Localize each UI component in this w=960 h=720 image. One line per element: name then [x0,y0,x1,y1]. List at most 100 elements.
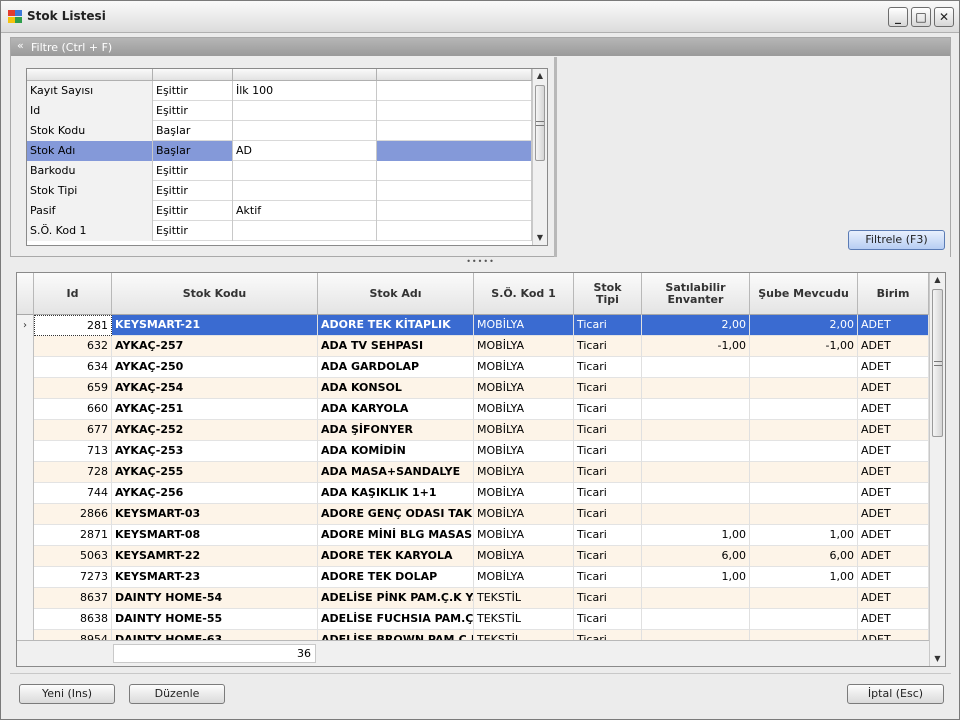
cell-inventory[interactable] [642,588,750,609]
cell-id[interactable]: 2871 [34,525,112,546]
cell-id[interactable]: 677 [34,420,112,441]
scroll-thumb[interactable] [535,85,545,161]
cell-stock-code[interactable]: AYKAÇ-252 [112,420,318,441]
cell-branch-stock[interactable] [750,609,858,630]
grid-scroll-down-arrow-icon[interactable]: ▼ [930,652,945,666]
edit-button[interactable]: Düzenle [129,684,225,704]
filter-row[interactable]: Pasif Eşittir Aktif [27,201,532,221]
cell-stock-name[interactable]: ADA ŞİFONYER [318,420,474,441]
maximize-button[interactable]: □ [911,7,931,27]
table-row[interactable]: 634 AYKAÇ-250 ADA GARDOLAP MOBİLYA Ticari ADE… [17,357,929,378]
cell-so1[interactable]: MOBİLYA [474,399,574,420]
row-indicator[interactable] [17,483,34,504]
cell-so1[interactable]: MOBİLYA [474,525,574,546]
cell-id[interactable]: 8637 [34,588,112,609]
cell-stock-code[interactable]: KEYSMART-21 [112,315,318,336]
filter-row[interactable]: Id Eşittir [27,101,532,121]
cell-stock-name[interactable]: ADELİSE FUCHSIA PAM.Ç.... [318,609,474,630]
cell-stock-code[interactable]: KEYSMART-23 [112,567,318,588]
filter-row[interactable]: Barkodu Eşittir [27,161,532,181]
cell-so1[interactable]: TEKSTİL [474,609,574,630]
table-row[interactable]: 7273 KEYSMART-23 ADORE TEK DOLAP MOBİLYA Tic… [17,567,929,588]
filter-extra-cell[interactable] [377,121,532,141]
filter-operator-cell[interactable]: Başlar [153,121,233,141]
table-row[interactable]: 8954DAINTY HOME-63ADELİSE BROWN PAM.Ç.K.… [17,630,929,640]
filter-row[interactable]: S.Ö. Kod 1 Eşittir [27,221,532,241]
filter-operator-cell[interactable]: Başlar [153,141,233,161]
filter-apply-button[interactable]: Filtrele (F3) [848,230,945,250]
col-header-code[interactable]: Stok Kodu [112,273,318,315]
cell-branch-stock[interactable]: 2,00 [750,315,858,336]
cell-type[interactable]: Ticari [574,567,642,588]
cell-stock-name[interactable]: ADA TV SEHPASI [318,336,474,357]
cell-type[interactable]: Ticari [574,483,642,504]
cell-unit[interactable]: ADET [858,462,929,483]
cell-id[interactable]: 660 [34,399,112,420]
cell-type[interactable]: Ticari [574,588,642,609]
table-row[interactable]: 5063 KEYSAMRT-22 ADORE TEK KARYOLA MOBİLYA T… [17,546,929,567]
row-indicator[interactable] [17,567,34,588]
col-header-unit[interactable]: Birim [858,273,929,315]
cell-type[interactable]: Ticari [574,525,642,546]
table-row[interactable]: 8637 DAINTY HOME-54 ADELİSE PİNK PAM.Ç.K Y… [17,588,929,609]
cell-type[interactable]: Ticari [574,336,642,357]
cell-id[interactable]: 632 [34,336,112,357]
cell-id[interactable]: 8638 [34,609,112,630]
cell-unit[interactable]: ADET [858,546,929,567]
cell-inventory[interactable]: 1,00 [642,525,750,546]
cell-stock-code[interactable]: KEYSMART-03 [112,504,318,525]
cell-so1[interactable]: MOBİLYA [474,420,574,441]
filter-row[interactable]: Kayıt Sayısı Eşittir İlk 100 [27,81,532,101]
filter-operator-cell[interactable]: Eşittir [153,221,233,241]
cell-stock-name[interactable]: ADORE TEK DOLAP [318,567,474,588]
cell-inventory[interactable] [642,504,750,525]
filter-extra-cell[interactable] [377,201,532,221]
cell-inventory[interactable] [642,378,750,399]
cell-stock-code[interactable]: AYKAÇ-253 [112,441,318,462]
cell-id[interactable]: 8954 [34,630,112,640]
col-header-branch[interactable]: Şube Mevcudu [750,273,858,315]
cell-inventory[interactable] [642,630,750,640]
cell-stock-name[interactable]: ADELİSE PİNK PAM.Ç.K Y.Ö [318,588,474,609]
cell-unit[interactable]: ADET [858,630,929,640]
filter-operator-cell[interactable]: Eşittir [153,181,233,201]
grid-scroll-thumb[interactable] [932,289,943,437]
cell-inventory[interactable]: 6,00 [642,546,750,567]
cell-id[interactable]: 728 [34,462,112,483]
cell-stock-code[interactable]: AYKAÇ-257 [112,336,318,357]
cell-branch-stock[interactable] [750,630,858,640]
filter-extra-cell[interactable] [377,161,532,181]
cell-inventory[interactable] [642,399,750,420]
table-row[interactable]: 2866 KEYSMART-03 ADORE GENÇ ODASI TAKI... M… [17,504,929,525]
cell-inventory[interactable] [642,441,750,462]
filter-value-cell[interactable] [233,121,377,141]
filter-row[interactable]: Stok Kodu Başlar [27,121,532,141]
filter-extra-cell[interactable] [377,141,532,161]
cell-type[interactable]: Ticari [574,462,642,483]
row-indicator[interactable] [17,525,34,546]
filter-field-cell[interactable]: Pasif [27,201,153,221]
scroll-down-arrow-icon[interactable]: ▼ [533,231,547,245]
cell-inventory[interactable] [642,462,750,483]
cell-stock-code[interactable]: DAINTY HOME-54 [112,588,318,609]
cell-stock-code[interactable]: KEYSMART-08 [112,525,318,546]
cell-so1[interactable]: MOBİLYA [474,504,574,525]
filter-value-cell[interactable] [233,161,377,181]
table-row[interactable]: 632 AYKAÇ-257 ADA TV SEHPASI MOBİLYA Ticari -… [17,336,929,357]
collapse-chevron-icon[interactable]: « [17,39,24,52]
cell-stock-name[interactable]: ADORE TEK KİTAPLIK [318,315,474,336]
cell-inventory[interactable] [642,609,750,630]
grid-scrollbar[interactable]: ▲ ▼ [929,273,945,666]
cell-branch-stock[interactable]: 1,00 [750,525,858,546]
cell-so1[interactable]: MOBİLYA [474,567,574,588]
row-indicator[interactable] [17,357,34,378]
table-row[interactable]: 2871 KEYSMART-08 ADORE MİNİ BLG MASASI MOBİ… [17,525,929,546]
cell-stock-name[interactable]: ADA KAŞIKLIK 1+1 [318,483,474,504]
horizontal-splitter[interactable]: ••••• [10,258,951,266]
cell-type[interactable]: Ticari [574,399,642,420]
row-indicator[interactable] [17,399,34,420]
row-indicator[interactable] [17,609,34,630]
filter-value-cell[interactable]: İlk 100 [233,81,377,101]
cell-inventory[interactable] [642,357,750,378]
cell-unit[interactable]: ADET [858,378,929,399]
